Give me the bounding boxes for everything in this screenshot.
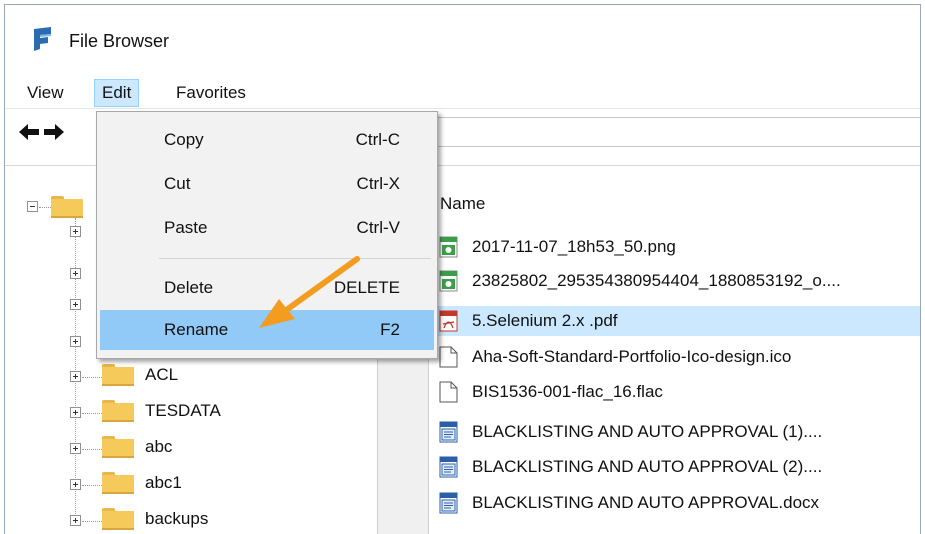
image-file-icon xyxy=(439,270,458,292)
file-list: Name 2017-11-07_18h53_50.png 23825802_295… xyxy=(430,165,920,534)
image-file-icon xyxy=(439,236,458,258)
menu-bar: View Edit Favorites xyxy=(5,75,920,108)
folder-icon xyxy=(102,436,134,458)
file-browser-window: File Browser View Edit Favorites ACL TES… xyxy=(4,4,921,534)
tree-collapse-toggle[interactable] xyxy=(27,201,38,212)
file-name: BLACKLISTING AND AUTO APPROVAL (2).... xyxy=(472,457,823,476)
file-name: 23825802_295354380954404_1880853192_o...… xyxy=(472,271,841,290)
word-document-icon xyxy=(439,492,458,514)
back-arrow-icon[interactable] xyxy=(18,123,40,141)
tree-expand-toggle[interactable] xyxy=(70,515,81,526)
folder-icon xyxy=(102,508,134,530)
forward-arrow-icon[interactable] xyxy=(43,123,65,141)
menu-item-label: Rename xyxy=(164,320,229,339)
file-row[interactable]: BLACKLISTING AND AUTO APPROVAL (1).... xyxy=(430,417,920,447)
menu-item-cut[interactable]: Cut Ctrl-X xyxy=(100,164,434,204)
folder-icon xyxy=(102,400,134,422)
menu-item-shortcut: Ctrl-X xyxy=(356,174,400,193)
folder-icon xyxy=(102,472,134,494)
file-row[interactable]: BLACKLISTING AND AUTO APPROVAL.docx xyxy=(430,488,920,518)
menu-view[interactable]: View xyxy=(20,79,71,107)
tree-expand-toggle[interactable] xyxy=(70,226,81,237)
tree-item-abc[interactable]: abc xyxy=(145,437,172,457)
file-name: Aha-Soft-Standard-Portfolio-Ico-design.i… xyxy=(472,347,792,366)
window-title: File Browser xyxy=(69,31,170,51)
tree-expand-toggle[interactable] xyxy=(70,371,81,382)
tree-item-backups[interactable]: backups xyxy=(145,509,208,529)
file-row[interactable]: 2017-11-07_18h53_50.png xyxy=(430,232,920,262)
tree-expand-toggle[interactable] xyxy=(70,443,81,454)
pdf-file-icon xyxy=(439,310,458,332)
tree-expand-toggle[interactable] xyxy=(70,268,81,279)
menu-item-label: Delete xyxy=(164,278,214,297)
menu-item-label: Copy xyxy=(164,130,204,149)
menu-item-label: Cut xyxy=(164,174,191,193)
tree-expand-toggle[interactable] xyxy=(70,336,81,347)
tree-item-abc1[interactable]: abc1 xyxy=(145,473,182,493)
word-document-icon xyxy=(439,421,458,443)
file-name: BLACKLISTING AND AUTO APPROVAL (1).... xyxy=(472,422,823,441)
menu-item-shortcut: Ctrl-V xyxy=(356,218,400,237)
tree-item-acl[interactable]: ACL xyxy=(145,365,178,385)
menu-edit[interactable]: Edit xyxy=(94,79,140,107)
app-logo-icon xyxy=(34,27,51,51)
file-name: BIS1536-001-flac_16.flac xyxy=(472,382,663,401)
generic-file-icon xyxy=(439,346,458,368)
menu-item-shortcut: Ctrl-C xyxy=(355,130,400,149)
column-header-name[interactable]: Name xyxy=(440,194,485,214)
file-row[interactable]: 23825802_295354380954404_1880853192_o...… xyxy=(430,266,920,296)
menu-item-label: Paste xyxy=(164,218,208,237)
file-name: 2017-11-07_18h53_50.png xyxy=(472,237,676,256)
tree-item-tesdata[interactable]: TESDATA xyxy=(145,401,221,421)
file-row[interactable]: BLACKLISTING AND AUTO APPROVAL (2).... xyxy=(430,452,920,482)
tree-expand-toggle[interactable] xyxy=(70,299,81,310)
file-row-selected[interactable]: 5.Selenium 2.x .pdf xyxy=(430,306,920,336)
annotation-arrow-icon xyxy=(259,256,360,328)
file-name: 5.Selenium 2.x .pdf xyxy=(472,311,618,330)
file-row[interactable]: Aha-Soft-Standard-Portfolio-Ico-design.i… xyxy=(430,342,920,372)
folder-icon xyxy=(102,364,134,386)
root-folder-icon xyxy=(51,196,83,218)
menu-item-copy[interactable]: Copy Ctrl-C xyxy=(100,120,434,160)
title-bar: File Browser xyxy=(5,5,920,75)
menu-favorites[interactable]: Favorites xyxy=(169,79,253,107)
tree-expand-toggle[interactable] xyxy=(70,407,81,418)
word-document-icon xyxy=(439,456,458,478)
menu-item-paste[interactable]: Paste Ctrl-V xyxy=(100,208,434,248)
menu-item-shortcut: F2 xyxy=(380,320,400,339)
tree-expand-toggle[interactable] xyxy=(70,479,81,490)
generic-file-icon xyxy=(439,381,458,403)
file-row[interactable]: BIS1536-001-flac_16.flac xyxy=(430,377,920,407)
path-input[interactable] xyxy=(425,117,920,147)
file-name: BLACKLISTING AND AUTO APPROVAL.docx xyxy=(472,493,820,512)
